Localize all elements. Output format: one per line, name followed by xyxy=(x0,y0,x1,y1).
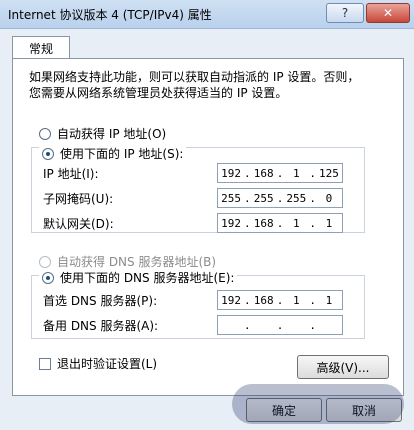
validate-label: 退出时验证设置(L) xyxy=(57,357,158,371)
validate-checkbox-box xyxy=(39,357,51,370)
dns-auto-radio[interactable]: 自动获得 DNS 服务器地址(B) xyxy=(39,253,216,270)
dns-manual-radio[interactable]: 使用下面的 DNS 服务器地址(E): xyxy=(39,269,238,286)
ip-address-label: IP 地址(I): xyxy=(43,167,99,181)
dns-auto-radio-circle xyxy=(39,255,51,268)
description-text: 如果网络支持此功能，则可以获取自动指派的 IP 设置。否则， 您需要从网络系统管… xyxy=(29,69,359,101)
preferred-dns-label: 首选 DNS 服务器(P): xyxy=(43,294,158,308)
general-panel: 如果网络支持此功能，则可以获取自动指派的 IP 设置。否则， 您需要从网络系统管… xyxy=(12,58,404,396)
ip-manual-radio-circle xyxy=(42,147,54,160)
window-controls: ? ✕ xyxy=(326,3,410,23)
help-button[interactable]: ? xyxy=(326,3,364,23)
preferred-dns-field[interactable]: 192. 168. 1. 1 xyxy=(217,290,343,310)
subnet-mask-label: 子网掩码(U): xyxy=(43,192,114,206)
description-line-1: 如果网络支持此功能，则可以获取自动指派的 IP 设置。否则， xyxy=(29,70,360,84)
dns-manual-radio-circle xyxy=(42,271,54,284)
gateway-label: 默认网关(D): xyxy=(43,217,114,231)
ip-manual-label: 使用下面的 IP 地址(S): xyxy=(60,147,184,161)
title-bar: Internet 协议版本 4 (TCP/IPv4) 属性 ? ✕ xyxy=(0,0,414,29)
advanced-button[interactable]: 高级(V)... xyxy=(297,355,389,379)
dns-auto-label: 自动获得 DNS 服务器地址(B) xyxy=(57,255,217,269)
alternate-dns-field[interactable]: ... xyxy=(217,315,343,335)
description-line-2: 您需要从网络系统管理员处获得适当的 IP 设置。 xyxy=(29,86,288,100)
ip-manual-radio[interactable]: 使用下面的 IP 地址(S): xyxy=(39,145,187,162)
ip-auto-label: 自动获得 IP 地址(O) xyxy=(57,127,167,141)
ip-address-field[interactable]: 192. 168. 1. 125 xyxy=(217,163,343,183)
watermark xyxy=(232,384,404,424)
alternate-dns-label: 备用 DNS 服务器(A): xyxy=(43,319,159,333)
validate-checkbox[interactable]: 退出时验证设置(L) xyxy=(39,355,157,372)
dns-manual-label: 使用下面的 DNS 服务器地址(E): xyxy=(60,271,235,285)
ip-auto-radio-circle xyxy=(39,127,51,140)
close-button[interactable]: ✕ xyxy=(366,3,410,23)
gateway-field[interactable]: 192. 168. 1. 1 xyxy=(217,213,343,233)
window-title: Internet 协议版本 4 (TCP/IPv4) 属性 xyxy=(8,8,212,22)
tab-general[interactable]: 常规 xyxy=(12,36,70,59)
subnet-mask-field[interactable]: 255. 255. 255. 0 xyxy=(217,188,343,208)
ip-auto-radio[interactable]: 自动获得 IP 地址(O) xyxy=(39,125,166,142)
